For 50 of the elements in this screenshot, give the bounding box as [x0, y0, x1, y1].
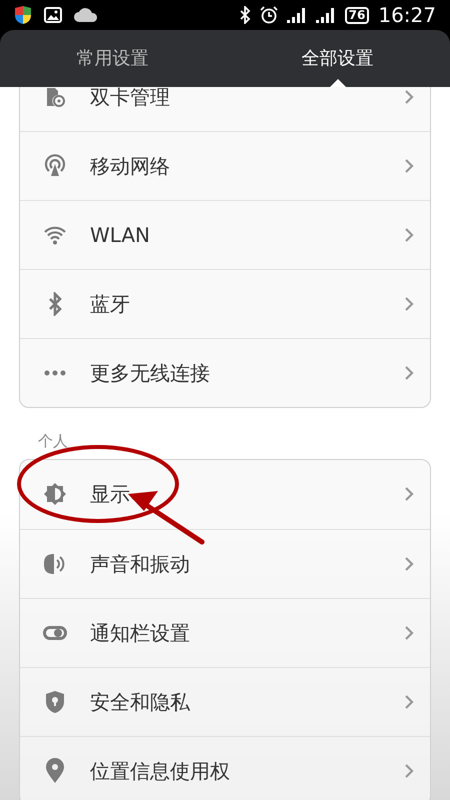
settings-item[interactable]: WLAN: [20, 200, 430, 269]
chevron-icon: [404, 624, 414, 640]
settings-item[interactable]: 蓝牙: [20, 269, 430, 338]
chevron-icon: [404, 556, 414, 572]
item-label: 显示: [90, 481, 131, 508]
location-pin-icon: [45, 758, 65, 784]
antenna-icon: [43, 154, 67, 178]
chevron-icon: [404, 762, 414, 778]
settings-item[interactable]: 双卡管理: [20, 87, 430, 131]
chevron-icon: [404, 365, 414, 381]
more-icon: [44, 370, 66, 376]
chevron-icon: [404, 694, 414, 710]
signal-icon: [316, 7, 336, 23]
alarm-clock-icon: [260, 6, 278, 24]
settings-item[interactable]: 声音和振动: [20, 528, 430, 598]
bluetooth-icon: [47, 292, 63, 316]
bluetooth-icon: [238, 6, 251, 24]
settings-item[interactable]: 移动网络: [20, 131, 430, 200]
chevron-icon: [404, 486, 414, 502]
wifi-icon: [43, 225, 67, 245]
speaker-icon: [43, 552, 67, 574]
item-label: 更多无线连接: [90, 360, 211, 387]
item-label: WLAN: [90, 222, 152, 249]
battery-indicator: 76: [344, 6, 370, 24]
item-label: 双卡管理: [90, 87, 171, 110]
item-label: 通知栏设置: [90, 620, 191, 646]
sim-card-icon: [44, 87, 66, 108]
image-icon: [44, 7, 62, 23]
shield-icon: [45, 690, 65, 714]
chevron-icon: [404, 158, 414, 174]
chevron-icon: [404, 296, 414, 312]
chevron-icon: [404, 227, 414, 243]
tab[interactable]: 常用设置: [0, 30, 225, 87]
item-label: 移动网络: [90, 153, 171, 180]
clock-time: 16:27: [378, 5, 436, 25]
item-label: 蓝牙: [90, 291, 131, 318]
signal-icon: [286, 7, 307, 23]
chevron-icon: [404, 88, 414, 104]
toggle-icon: [43, 626, 67, 640]
item-label: 安全和隐私: [90, 688, 191, 716]
item-label: 声音和振动: [90, 550, 191, 578]
shield-icon: [14, 5, 32, 25]
item-label: 位置信息使用权: [90, 758, 231, 784]
settings-item[interactable]: 位置信息使用权: [20, 736, 430, 800]
settings-item[interactable]: 安全和隐私: [20, 666, 430, 736]
cloud-icon: [74, 8, 98, 22]
section-header: 个人: [37, 431, 69, 452]
settings-item[interactable]: 更多无线连接: [20, 338, 430, 407]
brightness-icon: [43, 482, 67, 506]
settings-item[interactable]: 通知栏设置: [20, 598, 430, 666]
